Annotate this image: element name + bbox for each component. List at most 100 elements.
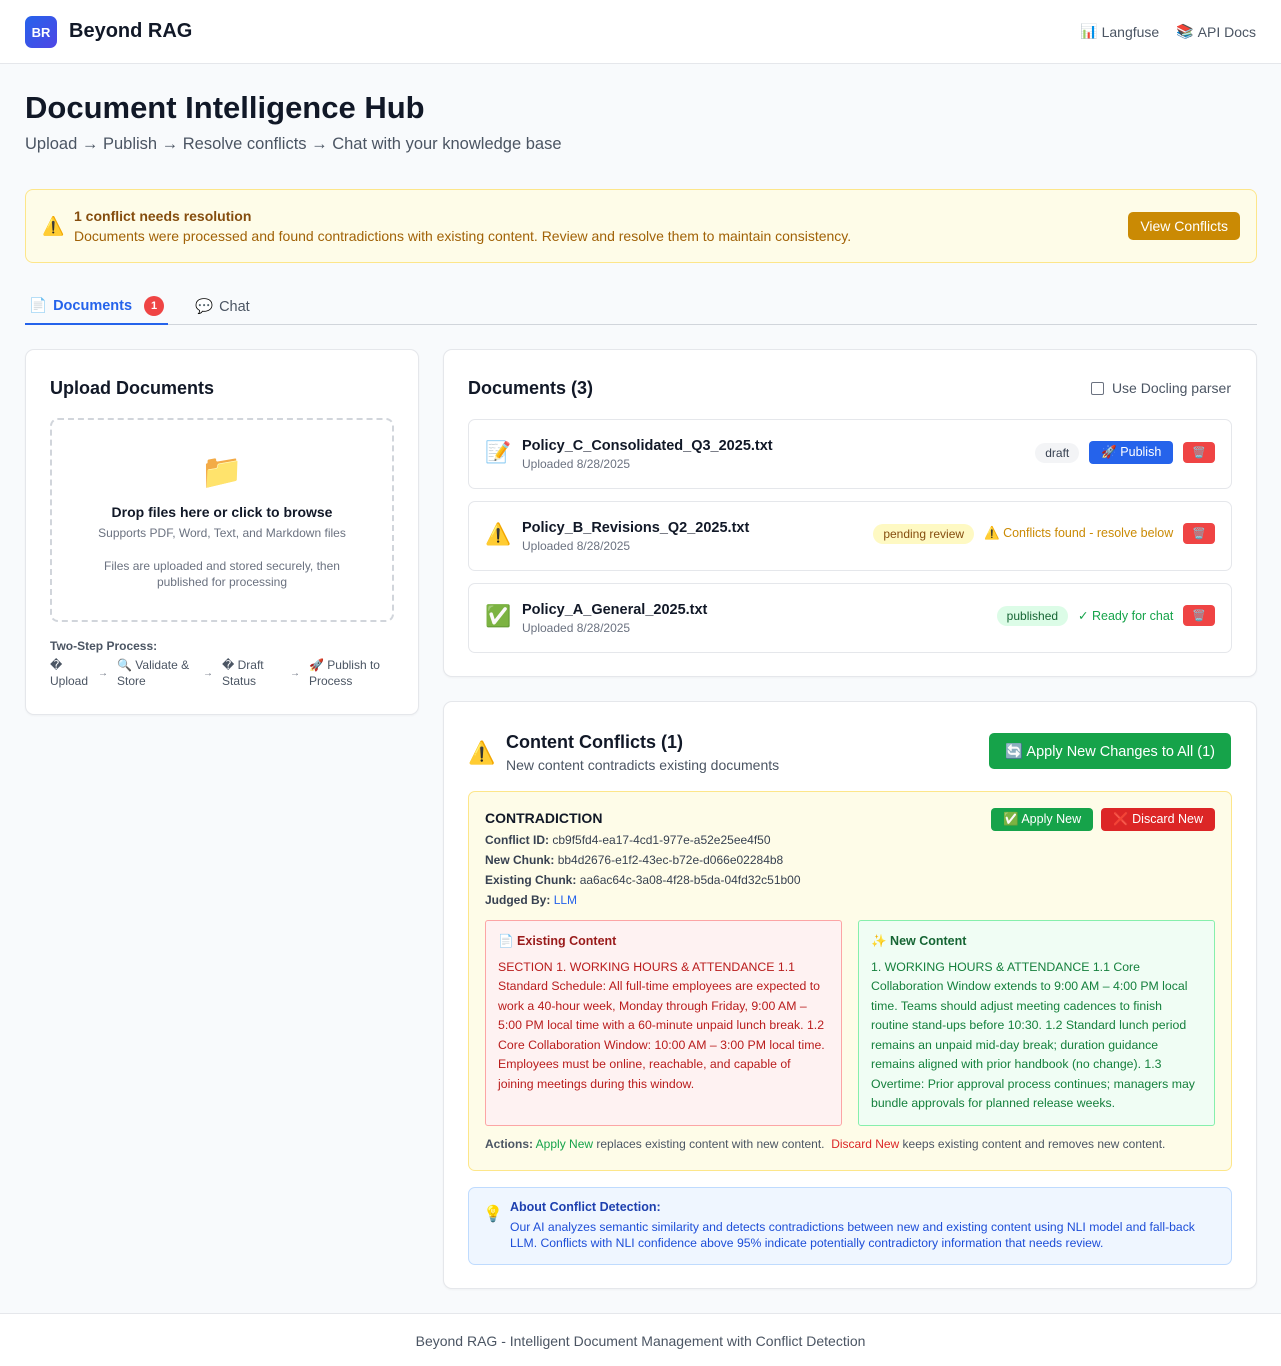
step-draft: � Draft Status <box>222 657 264 689</box>
documents-count-badge: 1 <box>144 295 165 316</box>
step-label: Store <box>117 674 146 688</box>
existing-content-title: 📄 Existing Content <box>498 934 617 948</box>
chat-icon: 💬 <box>195 299 214 315</box>
delete-button[interactable]: 🗑️ <box>1183 442 1215 463</box>
step-label: Upload <box>50 674 89 688</box>
tab-chat-label: Chat <box>219 298 250 315</box>
discard-word: Discard New <box>831 1137 900 1151</box>
conflicts-card: ⚠️ Content Conflicts (1) New content con… <box>443 701 1257 1289</box>
folder-icon: 📁 <box>200 453 244 491</box>
about-title: About Conflict Detection: <box>510 1200 661 1214</box>
api-docs-link[interactable]: 📚 API Docs <box>1176 23 1256 40</box>
apply-desc: replaces existing content with new conte… <box>596 1137 825 1151</box>
docling-toggle[interactable]: Use Docling parser <box>1090 380 1231 396</box>
header-links: 📊 Langfuse 📚 API Docs <box>1080 23 1256 40</box>
books-icon: 📚 <box>1176 23 1194 39</box>
conflicts-title: Content Conflicts (1) <box>506 732 683 752</box>
ready-note: ✓ Ready for chat <box>1078 609 1174 623</box>
meta-label: Judged By: <box>485 893 551 907</box>
lightbulb-icon: 💡 <box>483 1206 503 1223</box>
existing-content-text: SECTION 1. WORKING HOURS & ATTENDANCE 1.… <box>498 959 825 1091</box>
document-date: Uploaded 8/28/2025 <box>522 621 631 635</box>
discard-new-button[interactable]: ❌ Discard New <box>1101 808 1215 831</box>
step-upload: � Upload <box>50 657 88 689</box>
dropzone-note: Files are uploaded and stored securely, … <box>104 559 340 589</box>
docling-label: Use Docling parser <box>1111 380 1231 396</box>
memo-icon: 📝 <box>485 441 512 464</box>
document-name: Policy_A_General_2025.txt <box>522 602 708 618</box>
warning-icon: ⚠️ <box>485 523 512 546</box>
document-date: Uploaded 8/28/2025 <box>522 539 631 553</box>
step-label: 🚀 Publish to <box>309 658 380 672</box>
brand-name: Beyond RAG <box>69 20 193 42</box>
conflict-banner: ⚠️ 1 conflict needs resolution Documents… <box>25 189 1257 263</box>
dropzone-supports: Supports PDF, Word, Text, and Markdown f… <box>98 526 346 540</box>
conflicts-subtitle: New content contradicts existing documen… <box>506 757 780 773</box>
judged-by: Judged By: LLM <box>485 893 577 907</box>
arrow-icon: → <box>203 668 213 679</box>
apply-new-button[interactable]: ✅ Apply New <box>991 808 1094 831</box>
step-icon: � <box>50 658 63 672</box>
meta-value: bb4d2676-e1f2-43ec-b72e-d066e02284b8 <box>557 853 784 867</box>
document-row: 📝 Policy_C_Consolidated_Q3_2025.txt Uplo… <box>468 419 1232 489</box>
langfuse-link[interactable]: 📊 Langfuse <box>1080 23 1159 40</box>
conflict-id: Conflict ID: cb9f5fd4-ea17-4cd1-977e-a52… <box>485 833 771 847</box>
langfuse-link-label: Langfuse <box>1101 23 1160 40</box>
document-row: ⚠️ Policy_B_Revisions_Q2_2025.txt Upload… <box>468 501 1232 571</box>
step-publish: 🚀 Publish to Process <box>309 657 380 689</box>
tab-chat[interactable]: 💬 Chat <box>195 288 250 325</box>
delete-button[interactable]: 🗑️ <box>1183 523 1215 544</box>
publish-button[interactable]: 🚀 Publish <box>1089 441 1174 464</box>
banner-description: Documents were processed and found contr… <box>74 228 852 244</box>
apply-word: Apply New <box>535 1137 594 1151</box>
file-dropzone[interactable]: 📁 Drop files here or click to browse Sup… <box>50 418 394 622</box>
status-badge: pending review <box>873 523 975 544</box>
app-header: BR Beyond RAG 📊 Langfuse 📚 API Docs <box>0 0 1281 64</box>
upload-title: Upload Documents <box>50 378 215 398</box>
step-validate: 🔍 Validate & Store <box>117 657 189 689</box>
upload-card: Upload Documents 📁 Drop files here or cl… <box>25 349 419 715</box>
apply-all-button[interactable]: 🔄 Apply New Changes to All (1) <box>989 733 1231 769</box>
actions-label: Actions: <box>485 1137 533 1151</box>
document-name: Policy_B_Revisions_Q2_2025.txt <box>522 520 750 536</box>
status-badge: published <box>996 605 1069 626</box>
view-conflicts-button[interactable]: View Conflicts <box>1128 212 1240 240</box>
document-row: ✅ Policy_A_General_2025.txt Uploaded 8/2… <box>468 583 1232 653</box>
document-icon: 📄 <box>29 298 48 314</box>
meta-value: cb9f5fd4-ea17-4cd1-977e-a52e25ee4f50 <box>552 833 771 847</box>
new-content-box: ✨ New Content 1. WORKING HOURS & ATTENDA… <box>858 920 1215 1126</box>
new-chunk-id: New Chunk: bb4d2676-e1f2-43ec-b72e-d066e… <box>485 853 783 867</box>
existing-content-box: 📄 Existing Content SECTION 1. WORKING HO… <box>485 920 842 1126</box>
tab-documents-label: Documents <box>53 297 133 314</box>
warning-icon: ⚠️ <box>468 740 496 765</box>
meta-value: aa6ac64c-3a08-4f28-b5da-04fd32c51b00 <box>579 873 801 887</box>
new-content-text: 1. WORKING HOURS & ATTENDANCE 1.1 Core C… <box>871 959 1195 1111</box>
about-conflict-detection: 💡 About Conflict Detection: Our AI analy… <box>468 1187 1232 1265</box>
meta-label: New Chunk: <box>485 853 555 867</box>
footer-text: Beyond RAG - Intelligent Document Manage… <box>415 1333 866 1349</box>
tab-bar: 📄 Documents 1 💬 Chat <box>25 288 1257 325</box>
documents-title: Documents (3) <box>468 378 594 398</box>
step-label: 🔍 Validate & <box>117 658 190 672</box>
status-badge: draft <box>1035 442 1080 463</box>
logo[interactable]: BR <box>25 16 57 48</box>
docling-checkbox[interactable] <box>1090 381 1104 395</box>
about-text: Our AI analyzes semantic similarity and … <box>510 1220 1195 1250</box>
page-subtitle: Upload → Publish → Resolve conflicts → C… <box>25 135 562 153</box>
bar-chart-icon: 📊 <box>1080 23 1098 39</box>
document-date: Uploaded 8/28/2025 <box>522 457 631 471</box>
tab-documents[interactable]: 📄 Documents 1 <box>25 288 169 325</box>
conflict-note: ⚠️ Conflicts found - resolve below <box>984 526 1174 540</box>
banner-title: 1 conflict needs resolution <box>74 208 252 224</box>
warning-icon: ⚠️ <box>42 216 65 236</box>
step-label: � Draft <box>222 658 264 672</box>
footer: Beyond RAG - Intelligent Document Manage… <box>0 1313 1281 1366</box>
api-docs-link-label: API Docs <box>1197 23 1256 40</box>
meta-value: LLM <box>553 893 578 907</box>
delete-button[interactable]: 🗑️ <box>1183 605 1215 626</box>
dropzone-title: Drop files here or click to browse <box>111 504 333 520</box>
meta-label: Conflict ID: <box>485 833 549 847</box>
step-label: Process <box>309 674 353 688</box>
document-name: Policy_C_Consolidated_Q3_2025.txt <box>522 438 773 454</box>
discard-desc: keeps existing content and removes new c… <box>902 1137 1166 1151</box>
